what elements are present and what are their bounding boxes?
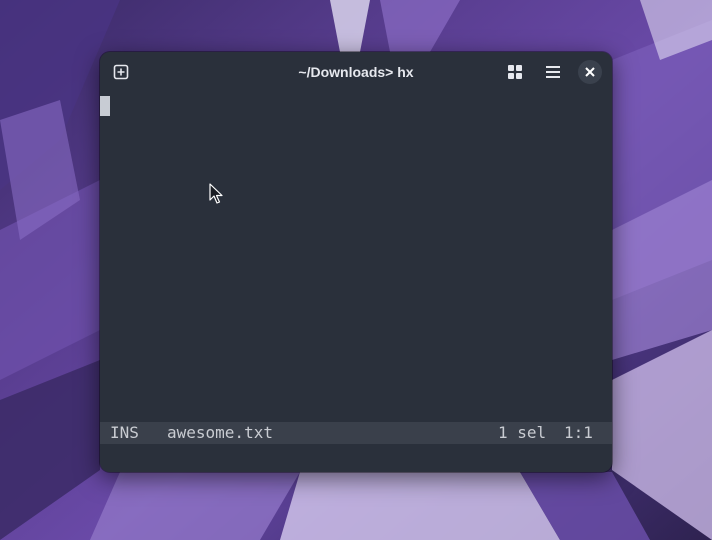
text-cursor [100, 96, 110, 116]
terminal-window: ~/Downloads> hx INS awesome.txt 1 sel 1:… [100, 52, 612, 472]
selection-count: 1 sel [498, 423, 547, 442]
command-line[interactable] [100, 444, 612, 472]
tab-overview-button[interactable] [503, 60, 527, 84]
new-tab-button[interactable] [109, 60, 133, 84]
window-title: ~/Downloads> hx [298, 64, 414, 80]
mouse-pointer-icon [209, 183, 223, 204]
titlebar[interactable]: ~/Downloads> hx [100, 52, 612, 92]
hamburger-menu-icon [546, 66, 560, 78]
new-tab-icon [113, 64, 129, 80]
editor-text-area[interactable] [100, 92, 612, 422]
main-menu-button[interactable] [541, 60, 565, 84]
close-button[interactable] [578, 60, 602, 84]
file-name: awesome.txt [167, 423, 273, 442]
cursor-position: 1:1 [564, 423, 593, 442]
status-line: INS awesome.txt 1 sel 1:1 [100, 422, 612, 444]
close-icon [585, 67, 595, 77]
grid-icon [508, 65, 522, 79]
editor-mode: INS [110, 423, 139, 442]
